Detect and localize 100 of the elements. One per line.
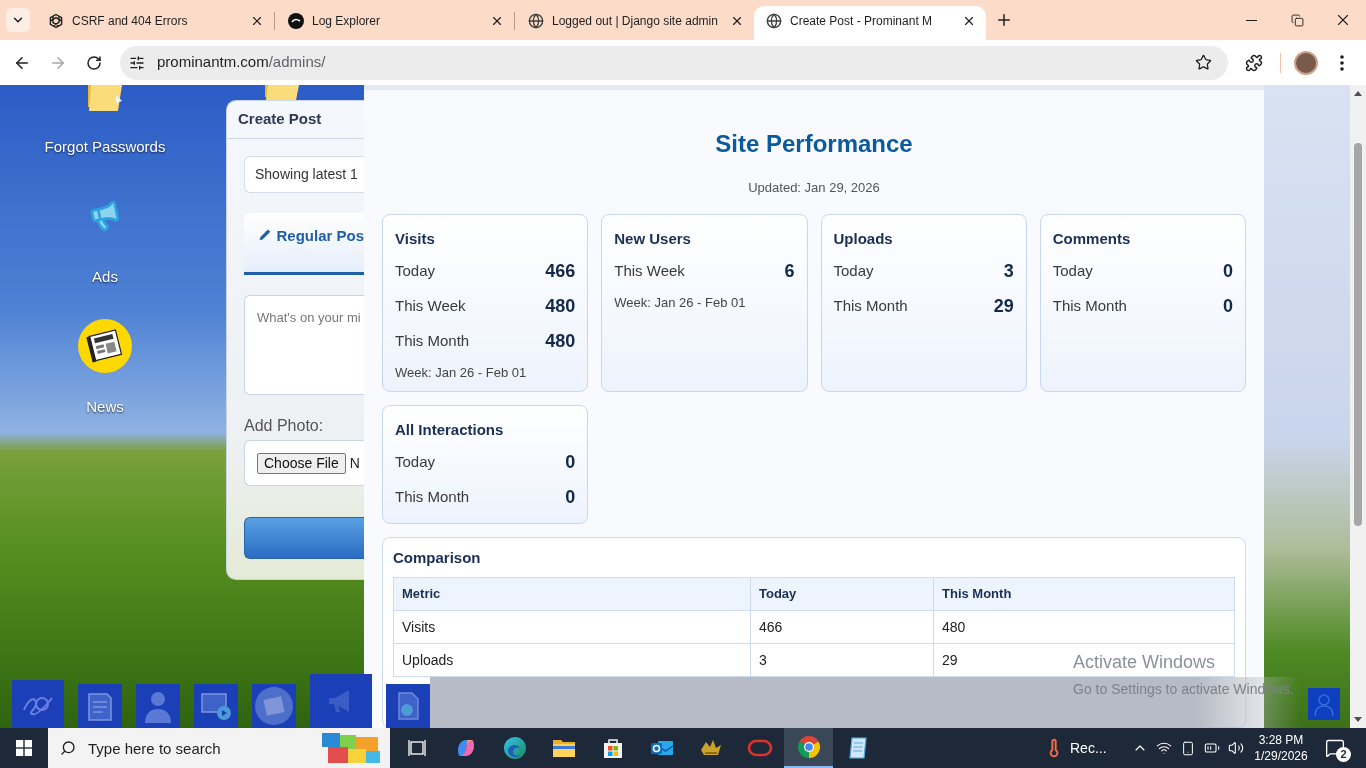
newspaper-disc-icon [78, 319, 132, 373]
browser-icon [796, 735, 821, 759]
metric-label: This Week [395, 296, 466, 317]
card-title: All Interactions [395, 420, 505, 440]
scroll-up-arrow-icon[interactable] [1354, 91, 1362, 96]
game-emblem-icon [698, 738, 723, 758]
logo-tile-icon[interactable] [12, 680, 64, 728]
browser-tab[interactable]: Create Post - Prominant M [754, 6, 986, 40]
scrollbar-thumb[interactable] [1354, 143, 1362, 526]
newspaper-tile-icon[interactable] [252, 684, 296, 728]
metric-label: This Month [1052, 296, 1127, 317]
pencil-icon [259, 227, 271, 243]
clock-date[interactable]: 1/29/2026 [1254, 748, 1308, 764]
message-icon [1325, 738, 1345, 758]
metric-value: 0 [1223, 260, 1233, 283]
knot-logo-icon [48, 12, 64, 29]
shopping-bag-icon [601, 737, 624, 759]
megaphone-tile-icon[interactable] [310, 674, 372, 728]
windows-logo-icon [16, 740, 32, 756]
tune-icon [129, 54, 145, 71]
search-icon [60, 740, 76, 756]
browser-tab[interactable]: Logged out | Django site admin [516, 6, 754, 40]
card-title: Visits [395, 229, 436, 249]
folder-icon [263, 85, 301, 100]
ring-icon [746, 739, 773, 757]
card-title: Uploads [833, 229, 894, 249]
notice-text: Showing latest 1 [255, 165, 358, 184]
bookmark-star-icon[interactable] [1195, 54, 1212, 71]
table-cell: Uploads [394, 644, 751, 677]
card-title: Comments [1052, 229, 1132, 249]
metric-value: 480 [545, 295, 576, 318]
metric-value: 29 [993, 295, 1014, 318]
metric-value: 6 [784, 260, 795, 283]
metric-label: This Month [833, 296, 908, 317]
metric-value: 466 [545, 260, 576, 283]
plus-icon [995, 11, 1013, 29]
file-status-text: N [349, 453, 360, 473]
browser-tab[interactable]: Log Explorer [276, 6, 514, 40]
notepad-tile-icon[interactable] [78, 684, 122, 728]
metric-label: Today [1052, 261, 1093, 282]
scroll-down-arrow-icon[interactable] [1354, 717, 1362, 722]
file-input[interactable]: Choose File N [244, 440, 364, 486]
column-header: Today [751, 578, 934, 611]
person-tile-icon[interactable] [1308, 688, 1340, 720]
activation-title: Activate Windows [1073, 651, 1217, 673]
metric-value: 3 [1003, 260, 1014, 283]
slideshow-tile-icon[interactable] [194, 684, 238, 728]
message-field[interactable]: What's on your mi [244, 295, 364, 395]
restore-icon [1290, 13, 1304, 27]
table-cell: 466 [751, 611, 934, 644]
metric-label: This Month [395, 331, 470, 352]
minimize-icon [1245, 19, 1257, 21]
document-tile-icon[interactable] [386, 684, 430, 728]
puzzle-icon [1245, 53, 1263, 72]
metric-label: Today [395, 261, 436, 282]
globe-icon [766, 12, 782, 29]
more-menu-icon [1340, 54, 1344, 71]
table-cell: Visits [394, 611, 751, 644]
metric-value: 480 [545, 330, 576, 353]
scrollbar[interactable] [1350, 85, 1366, 728]
desktop-icon-label[interactable]: Ads [92, 267, 118, 287]
taskbar-app-button[interactable] [784, 728, 833, 768]
reload-icon [86, 54, 102, 71]
table-cell: 480 [934, 611, 1235, 644]
address-bar[interactable]: prominantm.com/admins/ [120, 45, 1228, 80]
desktop-icon-label[interactable]: Forgot Passwords [44, 137, 166, 157]
metric-label: This Month [395, 487, 470, 508]
choose-file-button[interactable]: Choose File [257, 452, 346, 474]
column-header: Metric [394, 578, 751, 611]
dark-circle-icon [288, 12, 304, 29]
puzzle-pieces-icon [320, 731, 382, 765]
metric-value: 0 [1223, 295, 1233, 318]
clock-time[interactable]: 3:28 PM [1258, 732, 1304, 748]
profile-avatar-icon[interactable] [1294, 50, 1318, 75]
table-cell: 3 [751, 644, 934, 677]
folder-icon [551, 738, 576, 758]
url-text: prominantm.com/admins/ [157, 52, 326, 73]
browser-tab[interactable]: CSRF and 404 Errors [36, 6, 274, 40]
date-range-note: Week: Jan 26 - Feb 01 [614, 294, 747, 312]
globe-icon [528, 12, 544, 29]
panel-heading: Site Performance [715, 129, 913, 159]
weather-button[interactable]: Rec... [1040, 728, 1120, 768]
card-title: New Users [614, 229, 692, 249]
updated-date: Updated: Jan 29, 2026 [748, 179, 880, 197]
post-type-tab[interactable]: Regular Pos [244, 213, 364, 275]
notifications-button[interactable]: 2 [1313, 728, 1357, 768]
tab-list-button[interactable] [6, 8, 30, 32]
wave-icon [502, 736, 527, 760]
metric-label: Today [395, 452, 436, 473]
date-range-note: Week: Jan 26 - Feb 01 [395, 364, 528, 382]
notepad-icon [846, 736, 869, 760]
metric-label: This Week [614, 261, 685, 282]
metric-value: 0 [565, 486, 576, 509]
panel-title: Create Post [238, 109, 322, 130]
add-photo-label: Add Photo: [244, 416, 325, 436]
notification-count: 2 [1336, 747, 1351, 762]
section-title: Comparison [393, 548, 482, 568]
person-tile-icon[interactable] [136, 684, 180, 728]
metric-value: 0 [565, 451, 576, 474]
metric-label: Today [833, 261, 874, 282]
